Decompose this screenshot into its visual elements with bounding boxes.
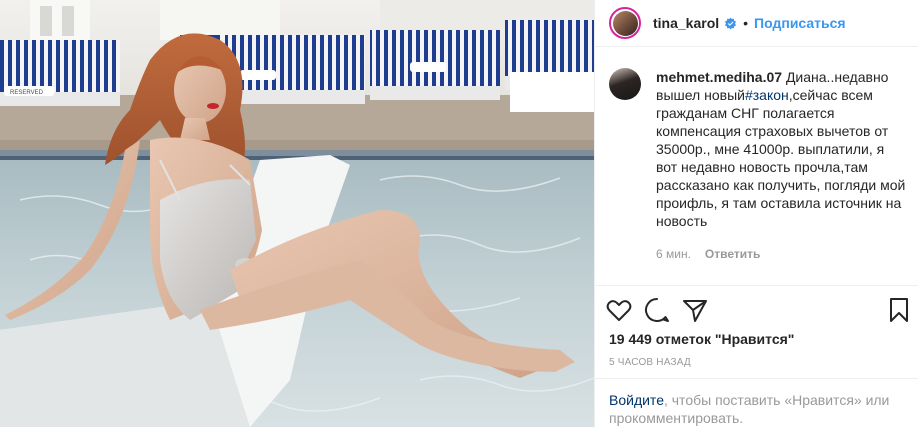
commenter-username[interactable]: mehmet.mediha.07	[656, 69, 782, 85]
commenter-avatar[interactable]	[609, 68, 641, 100]
reserved-sign: RESERVED	[10, 90, 44, 96]
author-avatar[interactable]	[609, 7, 641, 39]
post-details-panel: tina_karol • Подписаться mehmet.mediha.0…	[594, 0, 918, 427]
login-prompt: Войдите, чтобы поставить «Нравится» или …	[595, 378, 918, 427]
photo-illustration: RESERVED	[0, 0, 594, 427]
reply-button[interactable]: Ответить	[705, 247, 760, 261]
header-separator: •	[743, 15, 749, 31]
comment-time[interactable]: 6 мин.	[656, 247, 691, 261]
comment-bubble-icon[interactable]	[643, 296, 671, 324]
comment-text-after-tag: ,сейчас всем гражданам СНГ полагается ко…	[656, 87, 906, 229]
post-timestamp[interactable]: 5 часов назад	[609, 357, 691, 368]
likes-count[interactable]: 19 449 отметок "Нравится"	[609, 331, 794, 347]
instagram-post: RESERVED tina_karol • Подписаться mehmet…	[0, 0, 918, 427]
comment-hashtag-link[interactable]: #закон	[745, 87, 789, 103]
login-link[interactable]: Войдите	[609, 392, 664, 408]
paper-plane-icon[interactable]	[681, 296, 709, 324]
author-avatar-image	[612, 10, 638, 36]
action-bar	[595, 285, 918, 335]
follow-button[interactable]: Подписаться	[754, 15, 846, 31]
comment-meta: 6 мин. Ответить	[656, 247, 906, 261]
author-username[interactable]: tina_karol	[653, 15, 719, 31]
post-header: tina_karol • Подписаться	[595, 0, 918, 47]
verified-badge-icon	[725, 17, 737, 29]
post-photo[interactable]: RESERVED	[0, 0, 594, 427]
heart-icon[interactable]	[605, 296, 633, 324]
bookmark-icon[interactable]	[885, 296, 913, 324]
comment: mehmet.mediha.07 Диана..недавно вышел но…	[609, 68, 907, 261]
comment-body: mehmet.mediha.07 Диана..недавно вышел но…	[656, 68, 906, 261]
comment-text: mehmet.mediha.07 Диана..недавно вышел но…	[656, 68, 906, 230]
